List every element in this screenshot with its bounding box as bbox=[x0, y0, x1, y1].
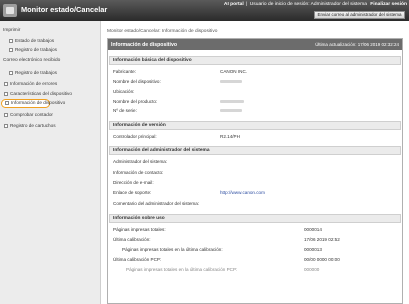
top-header: Monitor estado/Cancelar AI portal | Usua… bbox=[0, 0, 409, 21]
nombre-dispositivo-redacted bbox=[220, 80, 242, 83]
panel-title-bar: Información de dispositivo Última actual… bbox=[108, 39, 402, 50]
section-admin-heading: Información del administrador del sistem… bbox=[109, 146, 401, 155]
section-version-heading: Información de versión bbox=[109, 121, 401, 130]
bullet-icon bbox=[9, 47, 13, 52]
user-info-bar: AI portal | Usuario de inicio de sesión:… bbox=[223, 2, 407, 7]
sidebar-section-correo: Correo electrónico recibido bbox=[3, 58, 61, 63]
controlador-value: R2.14/PH bbox=[220, 134, 240, 139]
ultima-calibracion-value: 17/06 2019 02:52 bbox=[304, 237, 340, 242]
bullet-icon bbox=[9, 38, 13, 43]
sidebar-item-label: Registro de trabajos bbox=[15, 70, 57, 75]
sidebar-item-label: Información de errores bbox=[10, 81, 58, 86]
monitor-logo-icon bbox=[3, 4, 17, 17]
page-title: Información de dispositivo bbox=[111, 42, 178, 48]
sidebar-item-label: Información de dispositivo bbox=[11, 100, 66, 105]
nombre-dispositivo-label: Nombre del dispositivo: bbox=[113, 79, 161, 84]
soporte-link[interactable]: http://www.canon.com bbox=[220, 190, 265, 195]
controlador-label: Controlador principal: bbox=[113, 134, 157, 139]
ubicacion-label: Ubicación: bbox=[113, 89, 135, 94]
sidebar-item-label: Características del dispositivo bbox=[10, 91, 73, 96]
numero-serie-redacted bbox=[220, 109, 242, 112]
sidebar-item-label: Registro de trabajos bbox=[15, 47, 57, 52]
sidebar-item-estado-trabajos[interactable]: Estado de trabajos bbox=[0, 36, 101, 45]
app-title: Monitor estado/Cancelar bbox=[21, 5, 108, 14]
email-admin-button[interactable]: Enviar correo al administrador del siste… bbox=[314, 11, 405, 19]
comentario-label: Comentario del administrador del sistema… bbox=[113, 201, 200, 206]
bullet-icon bbox=[9, 70, 13, 75]
ultima-calibracion-label: Última calibración: bbox=[113, 237, 151, 242]
main-content: Monitor estado/Cancelar: Información de … bbox=[102, 21, 409, 304]
sidebar-item-caracteristicas[interactable]: Características del dispositivo bbox=[0, 89, 101, 98]
sidebar-item-label: Registro de cartuchos bbox=[10, 123, 56, 128]
sidebar-item-info-dispositivo[interactable]: Información de dispositivo bbox=[1, 99, 65, 108]
contacto-label: Información de contacto: bbox=[113, 170, 164, 175]
breadcrumb: Monitor estado/Cancelar: Información de … bbox=[107, 29, 218, 34]
bullet-icon bbox=[5, 100, 9, 105]
fabricante-value: CANON INC. bbox=[220, 69, 248, 74]
login-user-text: Usuario de inicio de sesión: Administrad… bbox=[249, 2, 367, 7]
sidebar-item-label: Comprobar contador bbox=[10, 112, 53, 117]
sidebar-item-registro-trabajos[interactable]: Registro de trabajos bbox=[0, 45, 101, 54]
logout-link[interactable]: Finalizar sesión bbox=[370, 2, 407, 7]
paginas-totales-value: 0000014 bbox=[304, 227, 322, 232]
bullet-icon bbox=[4, 81, 8, 86]
sidebar-item-label: Estado de trabajos bbox=[15, 38, 55, 43]
calibracion-pcp-label: Última calibración PCP: bbox=[113, 257, 162, 262]
numero-serie-label: Nº de serie: bbox=[113, 108, 137, 113]
sidebar-item-registro-cartuchos[interactable]: Registro de cartuchos bbox=[0, 121, 101, 130]
section-basic-heading: Información básica del dispositivo bbox=[109, 56, 401, 65]
device-info-panel: Información de dispositivo Última actual… bbox=[107, 38, 403, 304]
portal-link[interactable]: AI portal bbox=[224, 2, 244, 7]
bullet-icon bbox=[4, 112, 8, 117]
email-label: Dirección de e-mail: bbox=[113, 180, 154, 185]
sidebar-section-imprimir: Imprimir bbox=[3, 28, 21, 33]
calibracion-pcp-value: 00/00 0000 00:00 bbox=[304, 257, 340, 262]
sidebar-item-info-errores[interactable]: Información de errores bbox=[0, 79, 101, 88]
paginas-calibracion-value: 0000013 bbox=[304, 247, 322, 252]
sidebar-item-comprobar-contador[interactable]: Comprobar contador bbox=[0, 110, 101, 119]
soporte-label: Enlace de soporte: bbox=[113, 190, 152, 195]
sidebar: Imprimir Estado de trabajos Registro de … bbox=[0, 21, 101, 304]
fabricante-label: Fabricante: bbox=[113, 69, 136, 74]
paginas-pcp-value: 000000 bbox=[304, 267, 320, 272]
paginas-calibracion-label: Páginas impresas totales en la última ca… bbox=[122, 247, 223, 252]
section-usage-heading: Información sobre uso bbox=[109, 214, 401, 223]
bullet-icon bbox=[4, 91, 8, 96]
paginas-pcp-label: Páginas impresas totales en la última ca… bbox=[126, 267, 238, 272]
nombre-producto-redacted bbox=[220, 100, 244, 103]
nombre-producto-label: Nombre del producto: bbox=[113, 99, 158, 104]
last-update-text: Última actualización: 17/06 2019 02:32:2… bbox=[315, 42, 399, 47]
bullet-icon bbox=[4, 123, 8, 128]
administrador-label: Administrador del sistema: bbox=[113, 159, 168, 164]
sidebar-item-registro-trabajos-correo[interactable]: Registro de trabajos bbox=[0, 68, 101, 77]
paginas-totales-label: Páginas impresas totales: bbox=[113, 227, 166, 232]
